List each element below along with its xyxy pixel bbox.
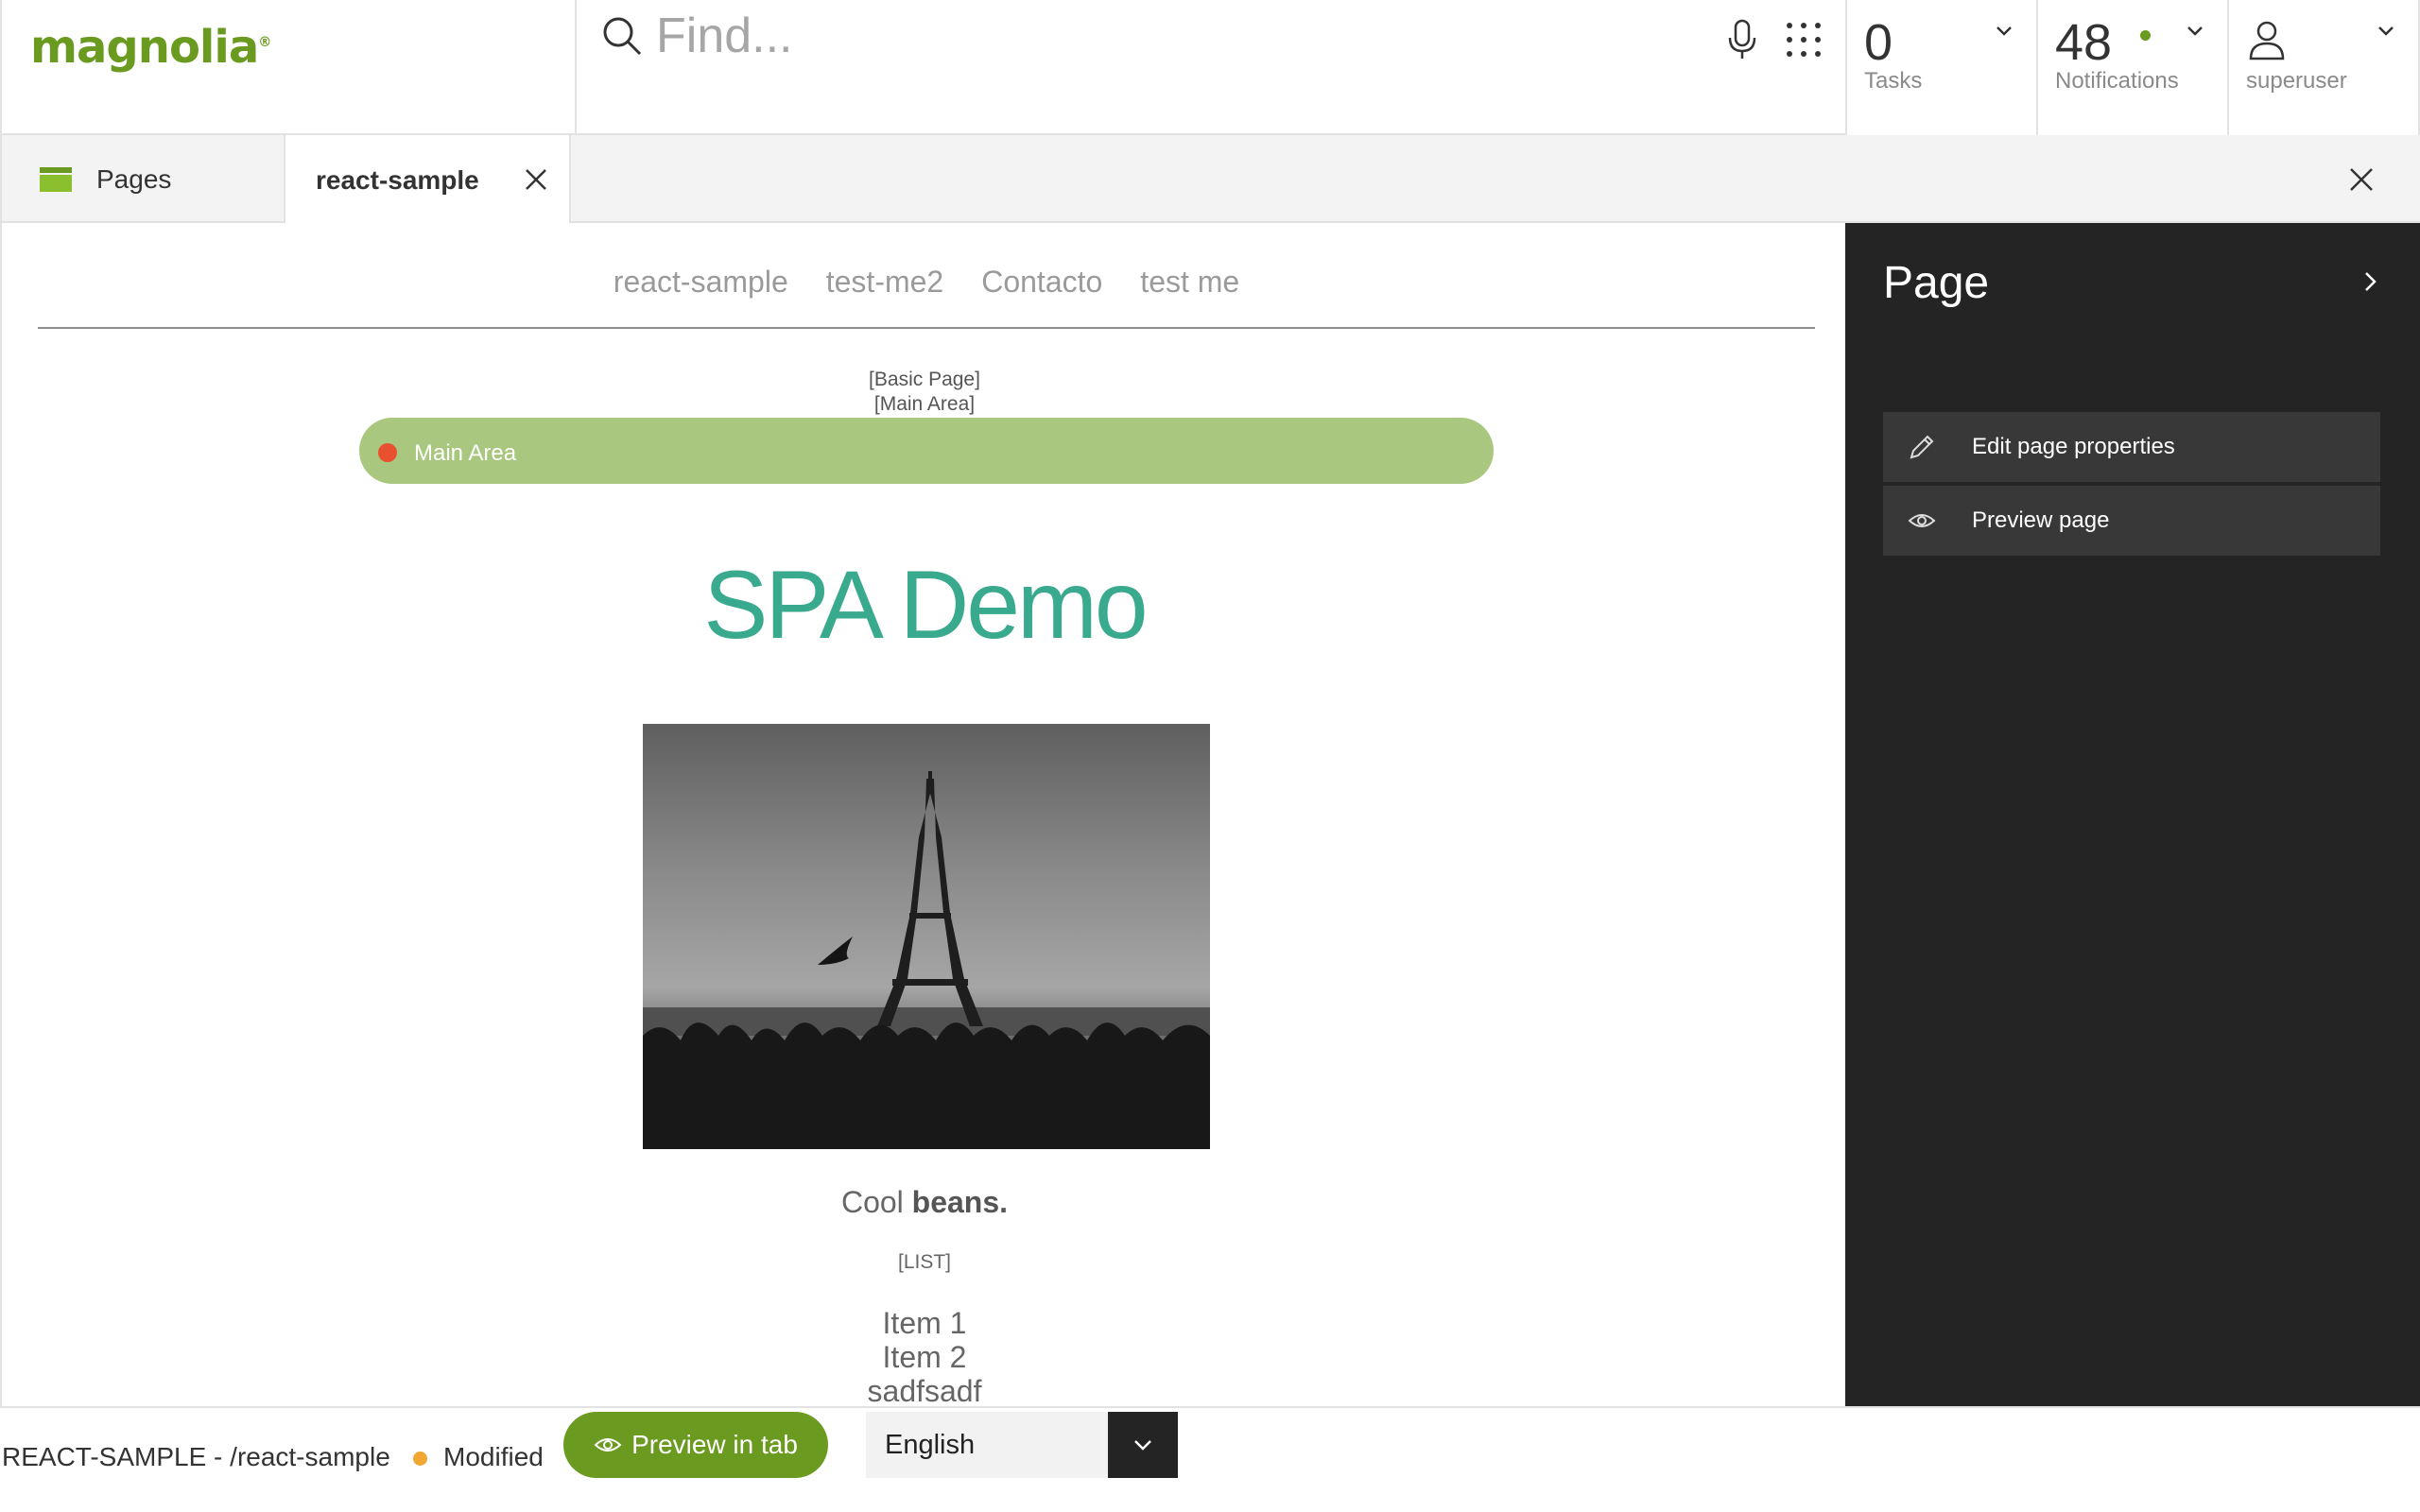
list-item[interactable]: Item 2 — [2, 1340, 1845, 1375]
top-bar: magnolia® 0 Tasks 48 Notifications sup — [0, 0, 2420, 135]
tab-pages[interactable]: Pages — [0, 135, 285, 223]
caption-bold-text: beans. — [911, 1185, 1009, 1219]
chevron-down-icon — [1134, 1440, 1151, 1451]
modified-status-label: Modified — [443, 1442, 544, 1471]
eiffel-tower-photo-graphic — [643, 771, 1210, 1149]
image-caption: Cool beans. — [2, 1185, 1845, 1220]
area-status-dot — [378, 443, 397, 462]
language-select[interactable]: English — [866, 1412, 1178, 1478]
language-dropdown-toggle[interactable] — [1108, 1412, 1178, 1478]
search-area — [577, 0, 1847, 135]
caption-text: Cool — [840, 1185, 912, 1219]
page-path: REACT-SAMPLE - /react-sample — [2, 1442, 390, 1471]
user-icon — [2249, 21, 2285, 60]
site-nav-item[interactable]: Contacto — [981, 265, 1102, 300]
tab-react-sample-label: react-sample — [316, 164, 479, 195]
app-launcher-icon[interactable] — [1785, 21, 1823, 59]
search-input[interactable] — [656, 6, 1601, 66]
main-area-label: Main Area — [414, 440, 517, 466]
tab-react-sample[interactable]: react-sample — [285, 135, 571, 225]
status-bar: REACT-SAMPLE - /react-sample Modified Pr… — [0, 1406, 2420, 1512]
logo-text: magnolia — [30, 21, 259, 74]
logo-registered-mark: ® — [258, 35, 271, 50]
site-nav-item[interactable]: test-me2 — [826, 265, 943, 300]
site-nav-item[interactable]: test me — [1140, 265, 1239, 300]
chevron-right-icon[interactable] — [2363, 270, 2378, 293]
panel-title: Page — [1883, 258, 1990, 308]
close-tab-icon[interactable] — [524, 167, 548, 192]
notifications-count: 48 — [2055, 14, 2113, 71]
language-value: English — [885, 1429, 976, 1460]
notifications-indicator[interactable]: 48 Notifications — [2038, 0, 2229, 135]
pencil-icon — [1910, 435, 1934, 459]
preview-icon — [1908, 514, 1936, 527]
site-navigation: react-sample test-me2 Contacto test me — [38, 265, 1815, 329]
close-app-icon[interactable] — [2348, 166, 2375, 193]
list-tag: [LIST] — [897, 1251, 952, 1273]
magnolia-logo: magnolia® — [30, 21, 271, 74]
user-label: superuser — [2246, 68, 2347, 94]
logo-area[interactable]: magnolia® — [0, 0, 577, 135]
preview-page-label: Preview page — [1972, 507, 2110, 533]
search-icon[interactable] — [601, 15, 643, 57]
main-area-bar[interactable]: Main Area — [359, 418, 1494, 484]
tasks-indicator[interactable]: 0 Tasks — [1847, 0, 2038, 135]
preview-in-tab-button[interactable]: Preview in tab — [563, 1412, 828, 1478]
page-title[interactable]: SPA Demo — [2, 550, 1845, 661]
pages-app-icon — [40, 166, 72, 192]
microphone-icon[interactable] — [1725, 19, 1759, 60]
chevron-down-icon — [2187, 26, 2203, 36]
site-nav-item[interactable]: react-sample — [614, 265, 788, 300]
list-item[interactable]: sadfsadf — [2, 1374, 1845, 1406]
chevron-down-icon — [2378, 26, 2394, 36]
eye-icon — [594, 1438, 622, 1452]
eiffel-tower-image[interactable] — [643, 724, 1210, 1149]
notification-dot — [2140, 30, 2151, 41]
page-actions-panel: Page Edit page properties Preview page — [1845, 223, 2420, 1406]
preview-in-tab-label: Preview in tab — [631, 1430, 798, 1459]
page-editor-canvas: react-sample test-me2 Contacto test me [… — [0, 223, 1845, 1406]
chevron-down-icon — [1996, 26, 2012, 36]
basic-page-tag: [Basic Page] — [869, 369, 980, 390]
edit-page-properties-action[interactable]: Edit page properties — [1883, 412, 2380, 482]
preview-page-action[interactable]: Preview page — [1883, 486, 2380, 556]
notifications-label: Notifications — [2055, 68, 2179, 94]
edit-page-properties-label: Edit page properties — [1972, 434, 2175, 459]
tab-pages-label: Pages — [96, 163, 172, 194]
list-item[interactable]: Item 1 — [2, 1306, 1845, 1341]
modified-status-dot — [413, 1452, 427, 1466]
tasks-count: 0 — [1864, 14, 1893, 71]
tab-bar: Pages react-sample — [0, 135, 2420, 225]
app-window: magnolia® 0 Tasks 48 Notifications sup — [0, 0, 2420, 1512]
user-menu[interactable]: superuser — [2229, 0, 2420, 135]
main-area-tag: [Main Area] — [873, 393, 976, 415]
tasks-label: Tasks — [1864, 68, 1923, 94]
